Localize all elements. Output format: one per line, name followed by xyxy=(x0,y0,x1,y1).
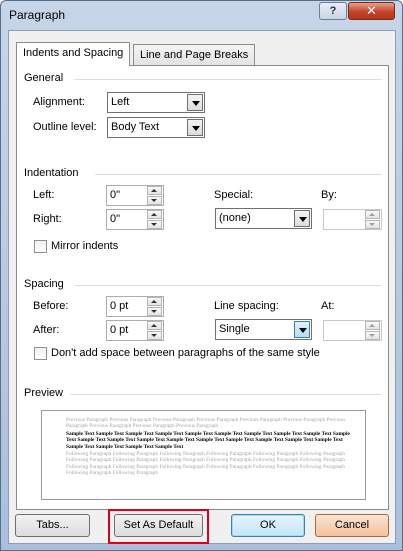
close-button[interactable]: ✕ xyxy=(348,2,395,20)
tab-label: Line and Page Breaks xyxy=(140,49,249,61)
title-bar[interactable]: Paragraph ? ✕ xyxy=(1,1,402,29)
right-indent-label: Right: xyxy=(33,213,62,225)
preview-previous-paragraph: Previous Paragraph Previous Paragraph Pr… xyxy=(66,417,346,430)
set-as-default-button[interactable]: Set As Default xyxy=(114,514,203,537)
outline-level-select[interactable]: Body Text xyxy=(107,117,205,138)
spin-down-icon[interactable] xyxy=(147,331,162,340)
left-indent-label: Left: xyxy=(33,189,55,201)
alignment-select[interactable]: Left xyxy=(107,92,205,113)
by-label: By: xyxy=(321,189,337,201)
alignment-value: Left xyxy=(111,96,130,108)
indentation-divider xyxy=(95,174,381,175)
line-spacing-select[interactable]: Single xyxy=(215,319,312,340)
spin-up-icon[interactable] xyxy=(147,321,162,330)
preview-sample-text: Sample Text Sample Text Sample Text Samp… xyxy=(66,431,350,450)
cancel-button[interactable]: Cancel xyxy=(315,514,389,537)
left-indent-value: 0" xyxy=(110,189,121,201)
help-button[interactable]: ? xyxy=(319,2,347,20)
right-indent-spinner[interactable]: 0" xyxy=(106,209,164,230)
spin-down-icon[interactable] xyxy=(147,220,162,229)
dialog-title: Paragraph xyxy=(9,8,66,22)
ok-button[interactable]: OK xyxy=(231,514,305,537)
spin-up-icon[interactable] xyxy=(365,321,380,330)
by-spinner[interactable] xyxy=(323,209,382,230)
outline-level-label: Outline level: xyxy=(33,121,97,133)
general-heading: General xyxy=(24,72,64,84)
preview-divider xyxy=(70,394,381,395)
left-indent-spinner[interactable]: 0" xyxy=(106,185,164,206)
spin-up-icon[interactable] xyxy=(365,210,380,219)
after-value: 0 pt xyxy=(110,324,129,336)
mirror-indents-checkbox[interactable] xyxy=(34,240,47,253)
line-spacing-label: Line spacing: xyxy=(214,300,279,312)
paragraph-dialog: Paragraph ? ✕ Indents and Spacing Line a… xyxy=(0,0,403,551)
spin-down-icon[interactable] xyxy=(147,196,162,205)
spin-down-icon[interactable] xyxy=(365,331,380,340)
alignment-label: Alignment: xyxy=(33,96,85,108)
preview-heading: Preview xyxy=(24,387,64,399)
dialog-client-area: Indents and Spacing Line and Page Breaks… xyxy=(8,30,396,544)
mirror-indents-label: Mirror indents xyxy=(51,240,119,252)
chevron-down-icon[interactable] xyxy=(187,119,203,136)
general-divider xyxy=(75,79,381,80)
spin-up-icon[interactable] xyxy=(147,210,162,219)
special-value: (none) xyxy=(219,212,251,224)
special-select[interactable]: (none) xyxy=(215,208,312,229)
before-label: Before: xyxy=(33,300,69,312)
outline-level-value: Body Text xyxy=(111,121,160,133)
before-value: 0 pt xyxy=(110,300,129,312)
spin-up-icon[interactable] xyxy=(147,186,162,195)
paragraph-preview: Previous Paragraph Previous Paragraph Pr… xyxy=(41,410,366,500)
dont-add-space-checkbox[interactable] xyxy=(34,347,47,360)
spin-down-icon[interactable] xyxy=(365,220,380,229)
tabs-button[interactable]: Tabs... xyxy=(15,514,90,537)
spacing-divider xyxy=(75,285,381,286)
tab-label: Indents and Spacing xyxy=(23,47,124,59)
chevron-down-icon[interactable] xyxy=(294,210,310,227)
before-spinner[interactable]: 0 pt xyxy=(106,296,164,317)
after-spinner[interactable]: 0 pt xyxy=(106,320,164,341)
preview-following-paragraph: Following Paragraph Following Paragraph … xyxy=(66,451,345,477)
spin-up-icon[interactable] xyxy=(147,297,162,306)
line-spacing-value: Single xyxy=(219,323,250,335)
indentation-heading: Indentation xyxy=(24,167,79,179)
after-label: After: xyxy=(33,324,60,336)
tab-indents-and-spacing[interactable]: Indents and Spacing xyxy=(16,42,131,66)
special-label: Special: xyxy=(214,189,254,201)
dont-add-space-label: Don't add space between paragraphs of th… xyxy=(51,347,320,359)
chevron-down-icon[interactable] xyxy=(294,321,310,338)
tab-line-and-page-breaks[interactable]: Line and Page Breaks xyxy=(133,44,256,66)
at-spinner[interactable] xyxy=(323,320,382,341)
right-indent-value: 0" xyxy=(110,213,121,225)
tab-panel: General Alignment: Left Outline level: B… xyxy=(16,65,389,510)
spin-down-icon[interactable] xyxy=(147,307,162,316)
chevron-down-icon[interactable] xyxy=(187,94,203,111)
at-label: At: xyxy=(321,300,335,312)
spacing-heading: Spacing xyxy=(24,278,64,290)
